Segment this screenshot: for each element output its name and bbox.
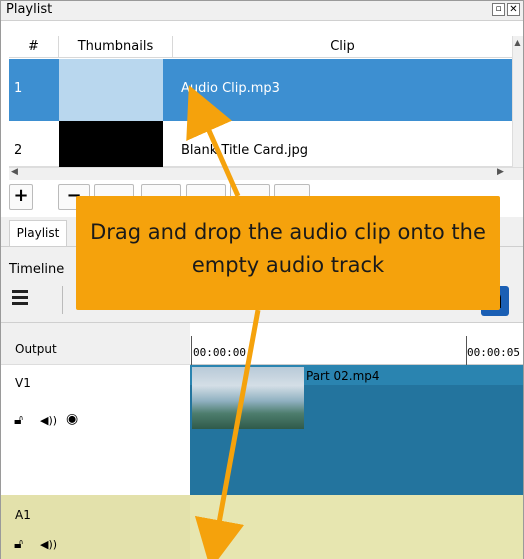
arrow-up <box>186 85 241 198</box>
arrow-down <box>194 309 261 559</box>
drag-arrows <box>186 85 261 559</box>
